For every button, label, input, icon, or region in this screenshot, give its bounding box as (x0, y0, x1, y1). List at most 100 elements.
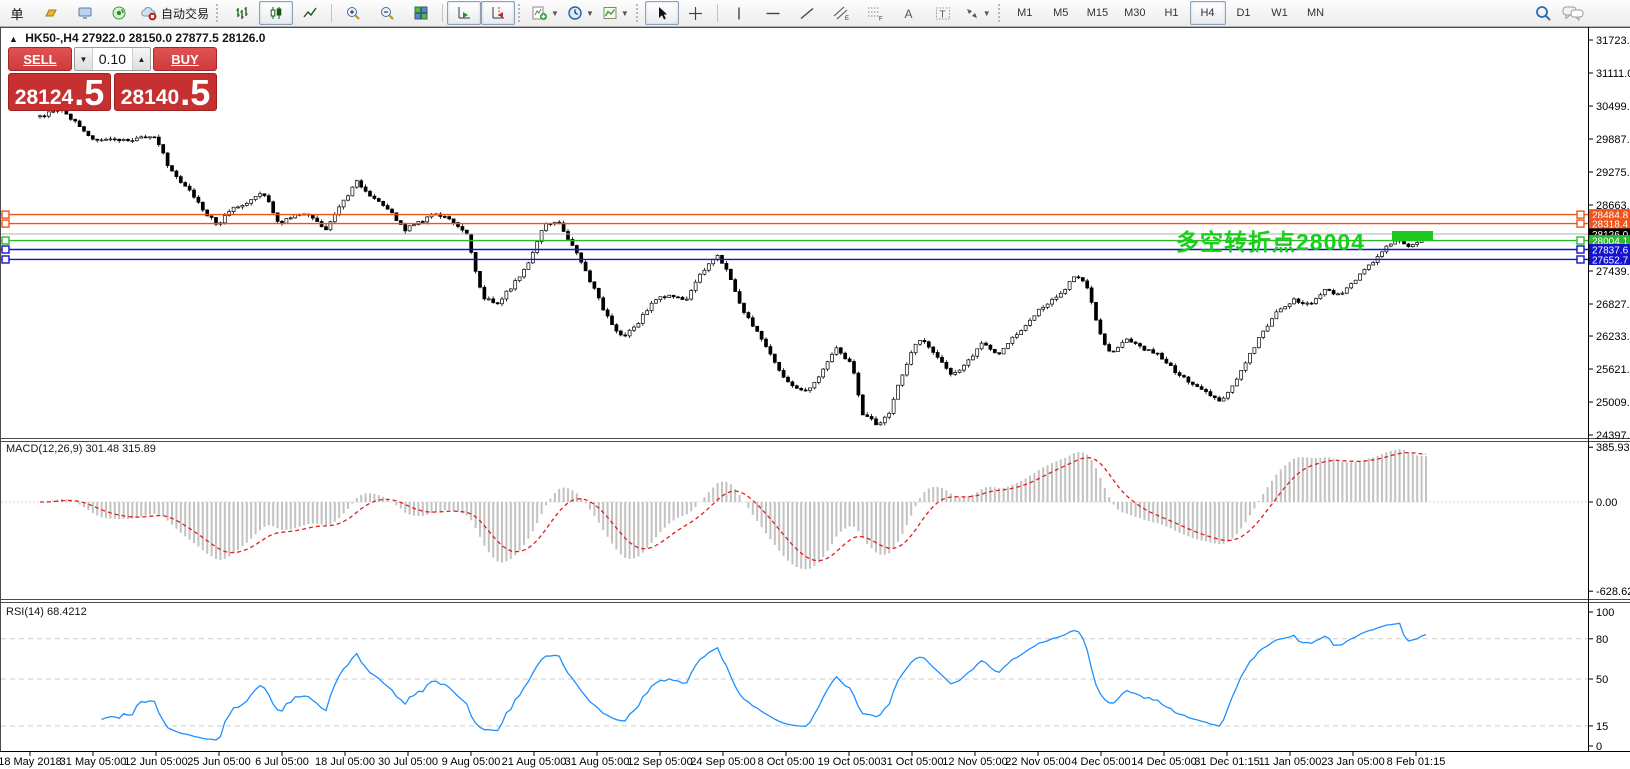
svg-text:18 Jul 05:00: 18 Jul 05:00 (315, 756, 375, 768)
svg-text:12 Jun 05:00: 12 Jun 05:00 (124, 756, 188, 768)
zoom-out-button[interactable] (370, 1, 404, 25)
svg-text:14 Dec 05:00: 14 Dec 05:00 (1131, 756, 1196, 768)
candlestick-icon (268, 5, 284, 21)
svg-text:29275.0: 29275.0 (1596, 167, 1630, 179)
time-axis[interactable]: 18 May 201831 May 05:0012 Jun 05:0025 Ju… (0, 752, 1445, 768)
text-tool-button[interactable]: A (892, 1, 926, 25)
sell-price-box[interactable]: 28124 .5 (8, 73, 111, 111)
main-toolbar: 单 自动交易 ▼ ▼ (0, 0, 1630, 27)
toolbar-grip (216, 4, 221, 22)
trendline-tool-button[interactable] (790, 1, 824, 25)
sell-price-main: 28124 (15, 87, 73, 109)
timeframe-mn-button[interactable]: MN (1298, 1, 1334, 25)
line-handle[interactable] (2, 246, 9, 253)
svg-text:27652.7: 27652.7 (1592, 255, 1629, 266)
timeframe-w1-button[interactable]: W1 (1262, 1, 1298, 25)
cursor-arrow-icon (655, 6, 669, 21)
lot-increase-button[interactable]: ▲ (133, 48, 150, 70)
cursor-tool-button[interactable] (645, 1, 679, 25)
auto-scroll-icon (456, 5, 472, 21)
equidistant-channel-tool-button[interactable]: E (824, 1, 858, 25)
text-label-tool-button[interactable]: T (926, 1, 960, 25)
arrows-tool-button[interactable]: ▼ (960, 1, 995, 25)
timeframe-m15-button[interactable]: M15 (1079, 1, 1116, 25)
line-handle[interactable] (2, 237, 9, 244)
tile-windows-button[interactable] (404, 1, 438, 25)
macd-histogram (40, 449, 1426, 569)
periods-button[interactable]: ▼ (563, 1, 598, 25)
terminal-button[interactable] (68, 1, 102, 25)
collapse-arrow-icon: ▲ (9, 34, 18, 44)
svg-text:25621.0: 25621.0 (1596, 364, 1630, 376)
svg-text:4 Dec 05:00: 4 Dec 05:00 (1071, 756, 1130, 768)
timeframe-h4-button[interactable]: H4 (1190, 1, 1226, 25)
arrows-icon (964, 6, 980, 21)
zoom-in-button[interactable] (336, 1, 370, 25)
line-chart-icon (302, 5, 318, 21)
line-handle[interactable] (2, 256, 9, 263)
svg-text:385.93: 385.93 (1596, 442, 1630, 454)
line-chart-type-button[interactable] (293, 1, 327, 25)
chart-title: ▲ HK50-,H4 27922.0 28150.0 27877.5 28126… (9, 31, 265, 45)
lot-size-value[interactable]: 0.10 (92, 48, 133, 70)
toolbar-grip (636, 4, 641, 22)
search-icon[interactable] (1535, 5, 1552, 22)
horizontal-line-tool-button[interactable] (756, 1, 790, 25)
channel-icon: E (832, 5, 850, 21)
buy-button[interactable]: BUY (153, 47, 217, 71)
indicators-button[interactable]: ▼ (527, 1, 563, 25)
svg-text:12 Nov 05:00: 12 Nov 05:00 (942, 756, 1007, 768)
svg-text:E: E (845, 16, 849, 21)
candlestick-chart-type-button[interactable] (259, 1, 293, 25)
templates-button[interactable]: ▼ (598, 1, 633, 25)
line-handle[interactable] (1577, 246, 1584, 253)
autotrading-button[interactable]: 自动交易 (136, 1, 213, 25)
dropdown-caret-icon: ▼ (983, 9, 991, 18)
candlestick-series (39, 108, 1428, 426)
chart-canvas[interactable]: 31723.031111.030499.029887.029275.028663… (0, 0, 1630, 769)
gold-symbol-button[interactable] (34, 1, 68, 25)
svg-text:25 Jun 05:00: 25 Jun 05:00 (187, 756, 251, 768)
rsi-axis: 1008050150 (1588, 607, 1614, 753)
timeframe-h1-button[interactable]: H1 (1154, 1, 1190, 25)
new-order-button[interactable]: 单 (0, 1, 34, 25)
zoom-in-icon (345, 5, 361, 21)
svg-text:24397.0: 24397.0 (1596, 430, 1630, 442)
bar-chart-type-button[interactable] (225, 1, 259, 25)
macd-signal-line (40, 453, 1426, 561)
chat-icon[interactable] (1562, 5, 1584, 22)
crosshair-icon (688, 6, 703, 21)
buy-price-box[interactable]: 28140 .5 (114, 73, 217, 111)
line-handle[interactable] (1577, 256, 1584, 263)
svg-text:24 Sep 05:00: 24 Sep 05:00 (690, 756, 755, 768)
clock-icon (567, 5, 583, 21)
timeframe-toolbar: M1M5M15M30H1H4D1W1MN (1007, 1, 1334, 25)
chart-shift-button[interactable] (481, 1, 515, 25)
timeframe-d1-button[interactable]: D1 (1226, 1, 1262, 25)
timeframe-m5-button[interactable]: M5 (1043, 1, 1079, 25)
line-handle[interactable] (2, 220, 9, 227)
fibonacci-tool-button[interactable]: F (858, 1, 892, 25)
line-handle[interactable] (2, 211, 9, 218)
svg-text:-628.62: -628.62 (1596, 586, 1630, 598)
price-axis[interactable]: 31723.031111.030499.029887.029275.028663… (1588, 35, 1630, 442)
sell-button[interactable]: SELL (8, 47, 72, 71)
timeframe-m1-button[interactable]: M1 (1007, 1, 1043, 25)
chart-symbol-period: HK50-,H4 (25, 31, 78, 45)
trendline-icon (799, 6, 815, 21)
toolbar-right-icons (1535, 5, 1584, 22)
lot-decrease-button[interactable]: ▼ (75, 48, 92, 70)
line-handle[interactable] (1577, 211, 1584, 218)
macd-indicator-label: MACD(12,26,9) 301.48 315.89 (6, 443, 156, 455)
svg-text:31 Dec 01:15: 31 Dec 01:15 (1194, 756, 1259, 768)
timeframe-m30-button[interactable]: M30 (1116, 1, 1153, 25)
svg-text:0.00: 0.00 (1596, 497, 1617, 509)
autotrading-label: 自动交易 (161, 5, 209, 22)
vertical-line-tool-button[interactable] (722, 1, 756, 25)
signal-button[interactable] (102, 1, 136, 25)
line-handle[interactable] (1577, 237, 1584, 244)
line-handle[interactable] (1577, 220, 1584, 227)
dropdown-caret-icon: ▼ (586, 9, 594, 18)
auto-scroll-button[interactable] (447, 1, 481, 25)
crosshair-tool-button[interactable] (679, 1, 713, 25)
